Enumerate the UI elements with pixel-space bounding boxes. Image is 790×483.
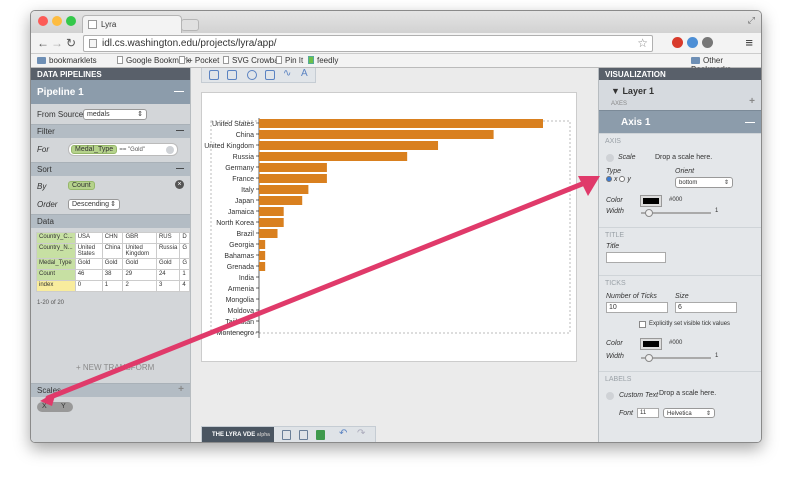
arrow-tail [40,392,56,406]
annotation-arrow [40,176,600,406]
arrow-shaft [45,177,595,401]
